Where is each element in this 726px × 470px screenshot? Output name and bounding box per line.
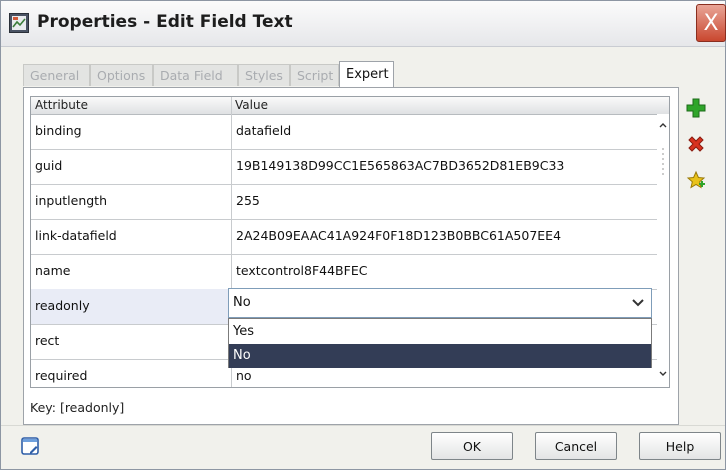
value-cell[interactable]: 255 [236, 193, 260, 208]
attribute-cell: name [35, 263, 71, 278]
favorite-add-icon [686, 170, 706, 189]
attribute-cell: readonly [35, 298, 90, 313]
scrollbar-graphic [659, 123, 667, 376]
value-cell[interactable]: textcontrol8F44BFEC [236, 263, 367, 278]
tab-expert[interactable]: Expert [339, 61, 394, 87]
value-cell[interactable]: datafield [236, 123, 291, 138]
value-cell[interactable]: 2A24B09EAAC41A924F0F18D123B0BBC61A507EE4 [236, 228, 561, 243]
expert-panel: Attribute Value binding datafield guid 1… [23, 87, 679, 425]
favorite-attribute-button[interactable] [685, 169, 707, 191]
cancel-button[interactable]: Cancel [535, 432, 617, 460]
tab-script[interactable]: Script [290, 64, 339, 86]
readonly-select[interactable]: No [228, 288, 652, 318]
value-cell[interactable]: no [236, 368, 252, 383]
scroll-up-icon [659, 123, 667, 128]
vertical-scrollbar[interactable] [657, 114, 669, 387]
attribute-cell: link-datafield [35, 228, 117, 243]
tab-options[interactable]: Options [90, 64, 153, 86]
option-no[interactable]: No [229, 344, 651, 368]
edit-window-icon[interactable] [21, 437, 39, 455]
table-row[interactable]: guid 19B149138D99CC1E565863AC7BD3652D81E… [31, 149, 657, 185]
attribute-cell: rect [35, 333, 60, 348]
chevron-down-icon[interactable] [625, 289, 651, 317]
option-yes[interactable]: Yes [229, 320, 651, 344]
table-row[interactable]: name textcontrol8F44BFEC [31, 254, 657, 290]
table-row[interactable]: binding datafield [31, 114, 657, 150]
value-cell[interactable]: 19B149138D99CC1E565863AC7BD3652D81EB9C33 [236, 158, 564, 173]
scroll-down-icon [659, 371, 667, 376]
close-icon: X [703, 10, 719, 36]
add-attribute-button[interactable] [685, 97, 707, 119]
add-icon [686, 98, 706, 118]
title-bar[interactable]: Properties - Edit Field Text X [1, 1, 726, 47]
close-button[interactable]: X [696, 4, 726, 42]
attribute-cell: guid [35, 158, 63, 173]
attribute-cell: required [35, 368, 88, 383]
attribute-cell: inputlength [35, 193, 107, 208]
app-icon [9, 13, 29, 33]
column-header-attribute[interactable]: Attribute [35, 98, 88, 112]
attribute-cell: binding [35, 123, 82, 138]
properties-dialog: Properties - Edit Field Text X General O… [0, 0, 726, 470]
table-row[interactable]: inputlength 255 [31, 184, 657, 220]
table-row[interactable]: link-datafield 2A24B09EAAC41A924F0F18D12… [31, 219, 657, 255]
window-title: Properties - Edit Field Text [37, 12, 293, 32]
ok-button[interactable]: OK [431, 432, 513, 460]
tab-data-field[interactable]: Data Field [153, 64, 238, 86]
readonly-dropdown-list: Yes No [228, 318, 652, 368]
delete-icon [688, 136, 704, 152]
help-button[interactable]: Help [639, 432, 721, 460]
tab-styles[interactable]: Styles [238, 64, 290, 86]
delete-attribute-button[interactable] [685, 133, 707, 155]
key-label: Key: [readonly] [30, 400, 125, 415]
grid-header: Attribute Value [31, 97, 669, 115]
select-value: No [233, 295, 251, 310]
tab-general[interactable]: General [23, 64, 90, 86]
column-header-value[interactable]: Value [235, 98, 268, 112]
footer-divider [1, 425, 725, 426]
